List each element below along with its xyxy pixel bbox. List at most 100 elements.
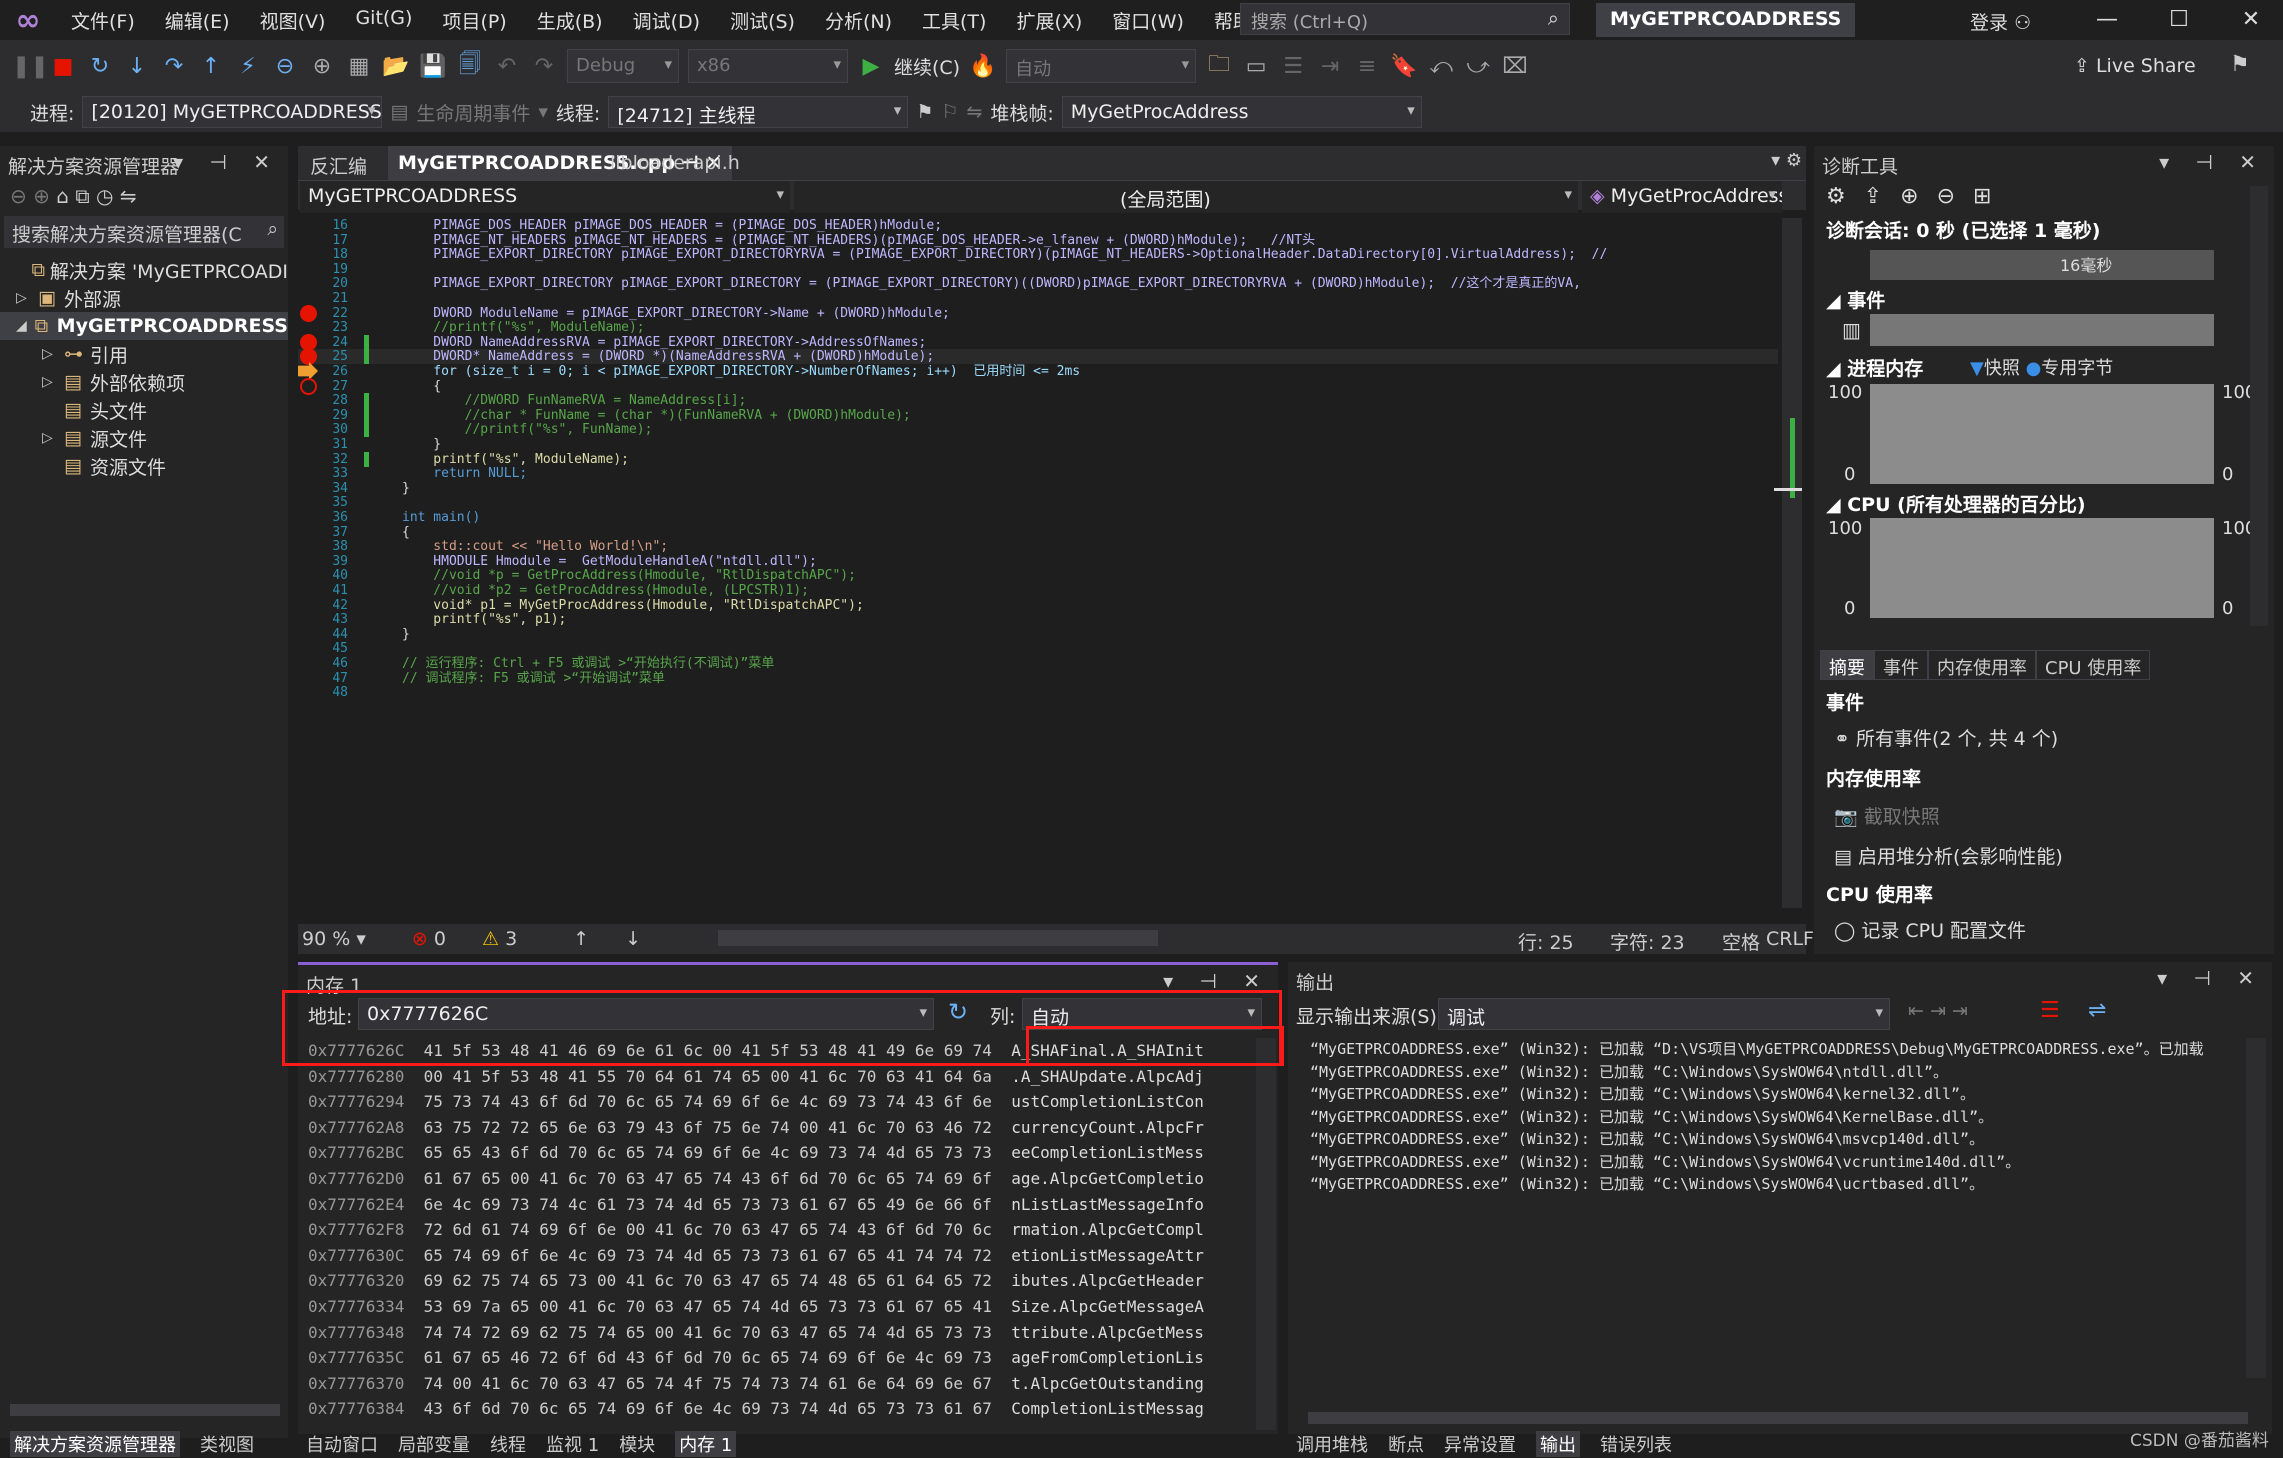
- step-into-icon[interactable]: ↓: [123, 54, 151, 79]
- memory-row[interactable]: 0x7777630C 65 74 69 6f 6e 4c 69 73 74 4d…: [308, 1243, 1204, 1268]
- code-line[interactable]: 22 DWORD ModuleName = pIMAGE_EXPORT_DIRE…: [298, 306, 1778, 321]
- code-line[interactable]: 32 printf("%s", ModuleName);: [298, 452, 1778, 467]
- memory-row[interactable]: 0x777762D0 61 67 65 00 41 6c 70 63 47 65…: [308, 1166, 1204, 1191]
- minimize-button[interactable]: —: [2082, 2, 2132, 38]
- code-line[interactable]: 27 {: [298, 379, 1778, 394]
- home-icon[interactable]: ⌂: [56, 184, 69, 208]
- reset-view-icon[interactable]: ⊞: [1973, 184, 2009, 209]
- menu-item[interactable]: 窗口(W): [1097, 7, 1199, 34]
- scope-nav-dropdown[interactable]: (全局范围): [794, 181, 1578, 213]
- clear-all-icon[interactable]: ☰: [2040, 998, 2060, 1023]
- code-line[interactable]: 34}: [298, 481, 1778, 496]
- menu-item[interactable]: 扩展(X): [1001, 7, 1097, 34]
- zoom-in-icon[interactable]: ⊕: [1900, 184, 1936, 209]
- tree-item[interactable]: ▷ ▤ 源文件: [0, 424, 288, 452]
- pause-icon[interactable]: ❚❚: [12, 54, 49, 79]
- bottom-tab[interactable]: 内存 1: [675, 1431, 737, 1457]
- bottom-tab[interactable]: 线程: [490, 1431, 526, 1457]
- code-line[interactable]: 17 PIMAGE_NT_HEADERS pIMAGE_NT_HEADERS =…: [298, 233, 1778, 248]
- code-line[interactable]: 28 //DWORD FunNameRVA = NameAddress[i];: [298, 393, 1778, 408]
- diagnostic-tab[interactable]: CPU 使用率: [2036, 650, 2151, 680]
- project-nav-dropdown[interactable]: MyGETPRCOADDRESS: [300, 181, 790, 213]
- bottom-tab[interactable]: 监视 1: [546, 1431, 599, 1457]
- restart-icon[interactable]: ↻: [86, 54, 114, 79]
- menu-item[interactable]: 工具(T): [907, 7, 1001, 34]
- next-issue-icon[interactable]: ↓: [625, 928, 641, 950]
- tree-item[interactable]: ▤ 头文件: [0, 396, 288, 424]
- hot-reload-fire-icon[interactable]: 🔥: [969, 54, 997, 79]
- memory-row[interactable]: 0x77776334 53 69 7a 65 00 41 6c 70 63 47…: [308, 1294, 1204, 1319]
- settings-icon[interactable]: ⚙: [1826, 184, 1864, 209]
- auto-dropdown[interactable]: 自动: [1006, 49, 1197, 83]
- zoom-level[interactable]: 90 %: [302, 928, 350, 950]
- code-line[interactable]: 20 PIMAGE_EXPORT_DIRECTORY pIMAGE_EXPORT…: [298, 276, 1778, 291]
- diagnostic-tab[interactable]: 摘要: [1820, 650, 1874, 680]
- comment-icon[interactable]: ≡: [1353, 54, 1381, 79]
- bottom-tab[interactable]: 调用堆栈: [1296, 1431, 1368, 1457]
- solution-icon[interactable]: ▦: [345, 54, 373, 79]
- code-line[interactable]: 18 PIMAGE_EXPORT_DIRECTORY pIMAGE_EXPORT…: [298, 247, 1778, 262]
- thread-dropdown[interactable]: [24712] 主线程: [608, 96, 909, 128]
- bottom-tab[interactable]: 断点: [1388, 1431, 1424, 1457]
- disabled-breakpoint-icon[interactable]: [300, 377, 317, 395]
- code-line[interactable]: 44}: [298, 627, 1778, 642]
- bottom-tab[interactable]: 类视图: [200, 1431, 254, 1457]
- indent-icon[interactable]: ⇥: [1316, 54, 1344, 79]
- pending-changes-icon[interactable]: ◷: [96, 184, 113, 208]
- memory-row[interactable]: 0x777762BC 65 65 43 6f 6d 70 6c 65 74 69…: [308, 1140, 1204, 1165]
- cpu-section[interactable]: ◢ CPU (所有处理器的百分比): [1826, 490, 2086, 517]
- word-wrap-icon[interactable]: ⇌: [2088, 998, 2106, 1023]
- editor-vertical-scrollbar[interactable]: [1774, 218, 1802, 908]
- memory-hex-view[interactable]: 0x7777626C 41 5f 53 48 41 46 69 6e 61 6c…: [298, 1038, 1258, 1430]
- redo-icon[interactable]: ↷: [530, 54, 558, 79]
- memory-row[interactable]: 0x77776384 43 6f 6d 70 6c 65 74 69 6f 6e…: [308, 1396, 1204, 1421]
- switch-views-icon[interactable]: ⧉: [75, 184, 89, 208]
- diagnostic-tab[interactable]: 内存使用率: [1928, 650, 2036, 680]
- menu-item[interactable]: 编辑(E): [150, 7, 245, 34]
- pause-events-icon[interactable]: ▥: [1842, 318, 1861, 342]
- zoom-out-icon[interactable]: ⊖: [1937, 184, 1973, 209]
- code-line[interactable]: 47 // 调试程序: F5 或调试 >“开始调试”菜单: [298, 671, 1778, 686]
- filter-thread-icon[interactable]: ⚐: [941, 101, 958, 123]
- sync-icon[interactable]: ⇋: [120, 184, 137, 208]
- expand-arrow-icon[interactable]: ▷: [16, 290, 38, 306]
- tree-item[interactable]: ▤ 资源文件: [0, 452, 288, 480]
- code-line[interactable]: 21: [298, 291, 1778, 306]
- error-count[interactable]: 0: [434, 928, 446, 950]
- clear-bookmark-icon[interactable]: ⌧: [1501, 54, 1529, 79]
- forward-icon[interactable]: ⊕: [308, 54, 336, 79]
- expand-arrow-icon[interactable]: ▷: [42, 346, 64, 362]
- expand-arrow-icon[interactable]: ▷: [42, 430, 64, 446]
- diagnostic-tab[interactable]: 事件: [1874, 650, 1928, 680]
- bottom-tab[interactable]: 自动窗口: [306, 1431, 378, 1457]
- menu-item[interactable]: 测试(S): [715, 7, 810, 34]
- search-box[interactable]: 搜索 (Ctrl+Q) ⌕: [1240, 3, 1570, 35]
- prev-bookmark-icon[interactable]: ⤺: [1427, 54, 1455, 79]
- undo-icon[interactable]: ↶: [493, 54, 521, 79]
- menu-item[interactable]: 分析(N): [810, 7, 907, 34]
- code-line[interactable]: 40 //void *p = GetProcAddress(Hmodule, "…: [298, 568, 1778, 583]
- save-all-icon[interactable]: 🗐: [456, 47, 484, 85]
- flag-thread-icon[interactable]: ⚑: [916, 101, 933, 123]
- code-line[interactable]: 36 int main(): [298, 510, 1778, 525]
- code-line[interactable]: 41 //void *p2 = GetProcAddress(Hmodule, …: [298, 583, 1778, 598]
- hot-reload-icon[interactable]: ⚡: [234, 54, 262, 79]
- bottom-tab[interactable]: 局部变量: [398, 1431, 470, 1457]
- close-window-button[interactable]: ✕: [2226, 2, 2276, 38]
- tree-item[interactable]: ◢ ⧉ MyGETPRCOADDRESS: [0, 312, 288, 340]
- bottom-tab[interactable]: 模块: [619, 1431, 655, 1457]
- bottom-tab[interactable]: 异常设置: [1444, 1431, 1516, 1457]
- code-line[interactable]: 43 printf("%s", p1);: [298, 612, 1778, 627]
- export-icon[interactable]: ⇪: [1864, 184, 1900, 209]
- find-message-icon[interactable]: ⇤ ⇥ ⇥: [1908, 1000, 1968, 1022]
- back-icon[interactable]: ⊖: [271, 54, 299, 79]
- next-bookmark-icon[interactable]: ⤻: [1464, 54, 1492, 79]
- panel-controls-icon[interactable]: ▾ ⊣ ✕: [173, 150, 280, 174]
- output-scrollbar[interactable]: [2246, 1038, 2266, 1378]
- panel-controls-icon[interactable]: ▾ ⊣ ✕: [2157, 966, 2264, 990]
- forward-icon[interactable]: ⊕: [33, 184, 50, 208]
- output-source-dropdown[interactable]: 调试: [1438, 998, 1890, 1030]
- stop-icon[interactable]: ■: [49, 54, 77, 79]
- code-line[interactable]: 30 //printf("%s", FunName);: [298, 422, 1778, 437]
- tree-item[interactable]: ⧉ 解决方案 'MyGETPRCOADI: [0, 256, 288, 284]
